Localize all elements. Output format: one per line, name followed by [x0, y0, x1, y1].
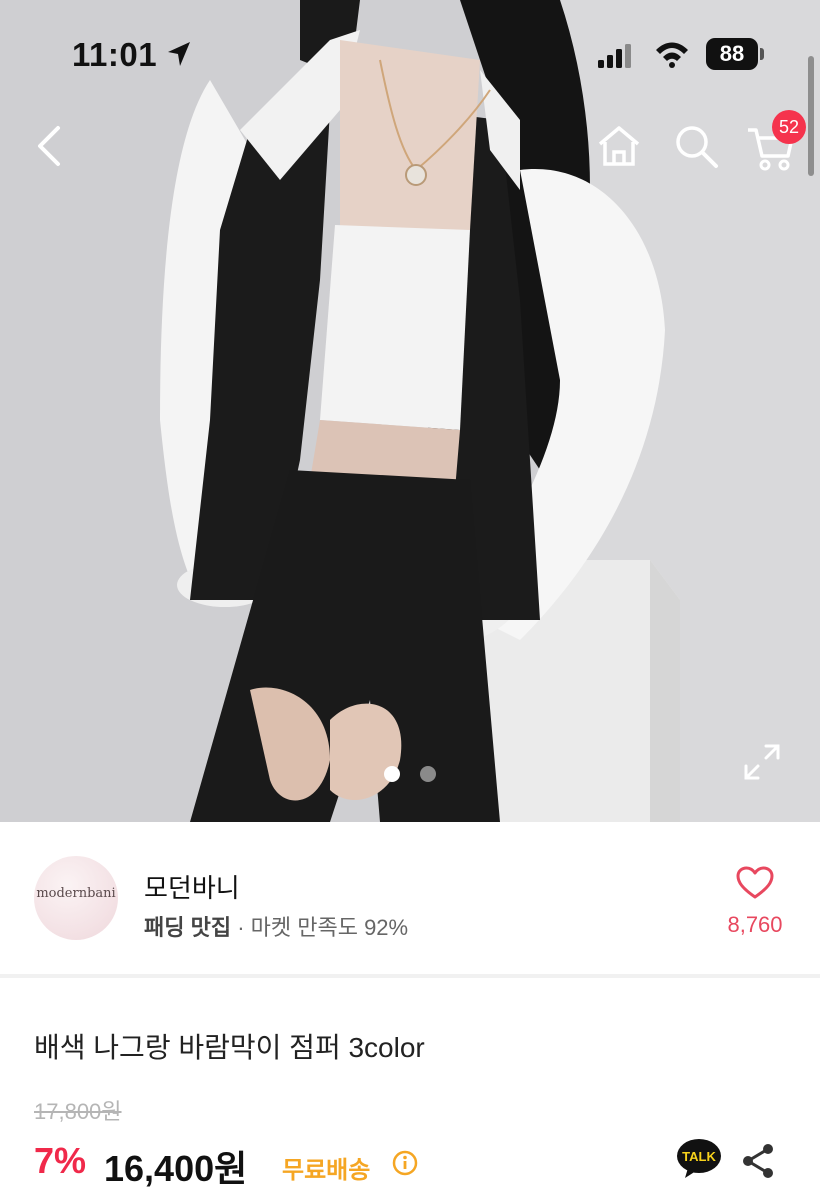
battery-indicator: 88: [706, 38, 764, 70]
shop-satisfaction: · 마켓 만족도 92%: [237, 915, 409, 940]
free-shipping-label: 무료배송: [282, 1157, 371, 1184]
section-divider: [0, 974, 820, 978]
search-icon[interactable]: [672, 122, 720, 170]
original-price: 17,800원: [34, 1099, 122, 1124]
discount-rate: 7%: [34, 1140, 87, 1181]
battery-level: 88: [719, 41, 745, 66]
pager-dot-active[interactable]: [384, 766, 400, 782]
status-bar: 11:01 88: [0, 0, 820, 110]
shop-subtitle: 패딩 맛집 · 마켓 만족도 92%: [144, 910, 408, 942]
talk-label: TALK: [682, 1149, 716, 1164]
like-count: 8,760: [727, 912, 783, 937]
back-chevron-icon[interactable]: [30, 122, 74, 170]
product-title: 배색 나그랑 바람막이 점퍼 3color: [34, 1032, 425, 1063]
shop-section[interactable]: modernbani 모던바니 패딩 맛집 · 마켓 만족도 92% 8,760: [0, 822, 820, 974]
info-icon[interactable]: [392, 1150, 418, 1176]
sale-price: 16,400원: [104, 1148, 248, 1189]
cart-count-badge: 52: [772, 110, 806, 144]
scrollbar[interactable]: [808, 56, 814, 176]
kakao-talk-icon[interactable]: TALK: [676, 1138, 722, 1180]
shop-logo-text: modernbani: [36, 886, 116, 901]
heart-icon[interactable]: [736, 866, 774, 900]
wifi-icon: [656, 42, 688, 68]
location-arrow-icon: [168, 42, 190, 66]
shop-logo[interactable]: modernbani: [34, 856, 118, 940]
share-icon[interactable]: [740, 1142, 776, 1180]
cellular-signal-icon: [598, 44, 631, 68]
product-image-carousel[interactable]: 11:01 88 52: [0, 0, 820, 822]
expand-icon[interactable]: [742, 742, 782, 782]
status-time: 11:01: [72, 36, 158, 73]
carousel-pager: [384, 766, 444, 782]
shop-name[interactable]: 모던바니: [144, 868, 240, 905]
shop-tag: 패딩 맛집: [144, 915, 232, 940]
home-icon[interactable]: [594, 122, 644, 170]
pager-dot[interactable]: [420, 766, 436, 782]
